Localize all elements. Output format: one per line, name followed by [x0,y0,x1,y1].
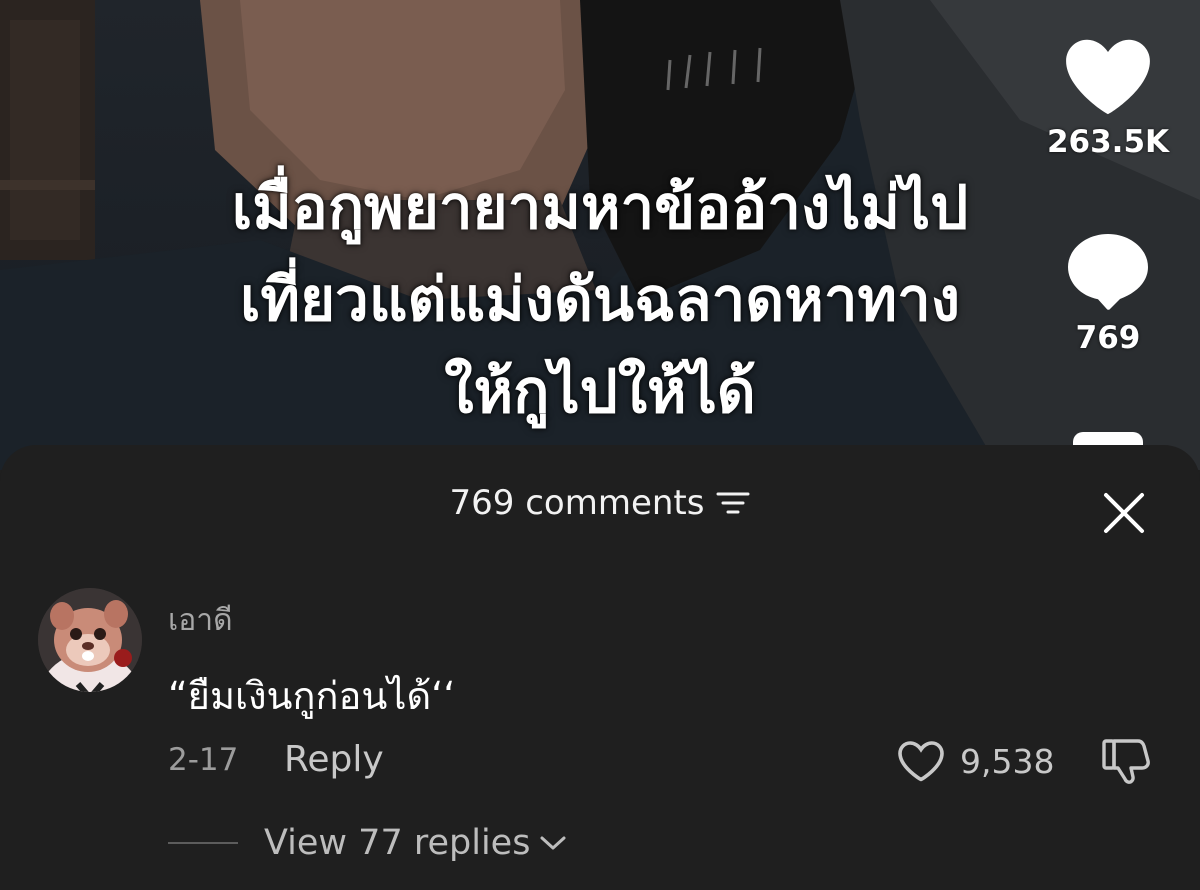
sort-comments-button[interactable]: 769 comments [450,483,751,523]
comment-bubble-icon [1068,234,1148,310]
caption-line: เที่ยวแต่แม่งดันฉลาดหาทาง [239,265,961,335]
heart-icon [1066,39,1150,115]
chevron-down-icon[interactable] [538,833,568,853]
video-player[interactable]: เมื่อกูพยายามหาข้ออ้างไม่ไป เที่ยวแต่แม่… [0,0,1200,470]
comment-date: 2-17 [168,742,239,778]
video-caption: เมื่อกูพยายามหาข้ออ้างไม่ไป เที่ยวแต่แม่… [120,162,1080,438]
reply-button[interactable]: Reply [284,739,384,780]
like-comment-button[interactable]: 9,538 [896,737,1054,785]
like-video-button[interactable]: 263.5K [1042,36,1174,160]
comment-text: “ยืมเงินกูก่อนได้‘‘ [168,674,456,718]
view-replies-row: View 77 replies [168,817,568,869]
comments-title: 769 comments [449,483,705,523]
replies-divider [168,842,238,844]
comment-item: เอาดี “ยืมเงินกูก่อนได้‘‘ 2-17 Reply 9,5… [0,585,1200,885]
comment-count-label: 769 [1075,320,1141,356]
sheet-header: 769 comments [0,483,1200,533]
comment-username[interactable]: เอาดี [168,597,233,644]
close-icon[interactable] [1096,485,1152,541]
open-comments-button[interactable]: 769 [1042,230,1174,356]
comments-sheet: 769 comments เอาดี “ยืมเงินกูก่อนได้‘‘ 2… [0,445,1200,890]
like-count-label: 263.5K [1046,124,1170,160]
sort-lines-icon [716,492,750,514]
avatar[interactable] [38,588,142,692]
caption-line: เมื่อกูพยายามหาข้ออ้างไม่ไป [231,173,969,243]
dislike-icon[interactable] [1100,737,1152,785]
avatar-image [38,588,142,692]
caption-line: ให้กูไปให้ได้ [444,357,756,427]
view-replies-button[interactable]: View 77 replies [264,823,530,863]
comment-like-count: 9,538 [960,741,1055,781]
heart-outline-icon [898,741,944,782]
